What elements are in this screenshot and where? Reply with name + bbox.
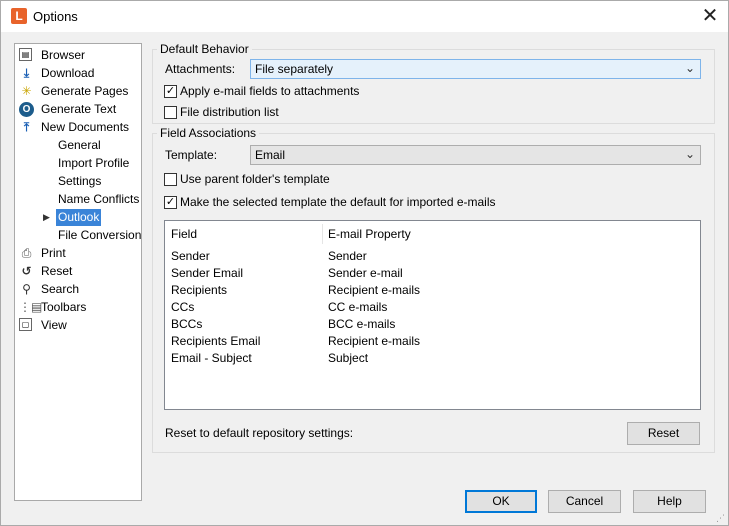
app-logo-icon: L: [11, 8, 27, 24]
reset-label: Reset to default repository settings:: [165, 426, 354, 440]
toolbars-icon: ⋮▤: [19, 300, 43, 314]
table-cell-property[interactable]: Recipient e-mails: [328, 283, 420, 297]
table-cell-field[interactable]: Sender Email: [171, 266, 243, 280]
close-icon: ✕: [701, 5, 719, 27]
use-parent-template-checkbox[interactable]: Use parent folder's template: [164, 172, 344, 188]
reset-button[interactable]: Reset: [627, 422, 700, 445]
table-cell-field[interactable]: Sender: [171, 249, 210, 263]
table-cell-property[interactable]: Recipient e-mails: [328, 334, 420, 348]
window-title: Options: [33, 9, 78, 24]
attachments-select[interactable]: File separately ⌄: [250, 59, 701, 79]
table-cell-property[interactable]: Subject: [328, 351, 368, 365]
cancel-button[interactable]: Cancel: [548, 490, 621, 513]
generate-pages-icon: ✳: [21, 84, 32, 98]
chevron-right-icon[interactable]: ▶: [43, 209, 51, 226]
browser-icon: ▤: [19, 48, 32, 61]
make-default-template-checkbox[interactable]: ✓ Make the selected template the default…: [164, 195, 496, 211]
table-cell-field[interactable]: Recipients Email: [171, 334, 260, 348]
column-header-field[interactable]: Field: [171, 227, 197, 241]
table-cell-field[interactable]: Email - Subject: [171, 351, 252, 365]
close-button[interactable]: ✕: [695, 5, 725, 29]
template-value: Email: [255, 148, 286, 162]
generate-text-icon: O: [19, 102, 34, 117]
attachments-label: Attachments:: [165, 62, 236, 76]
reset-icon: ↺: [21, 264, 32, 278]
template-select[interactable]: Email ⌄: [250, 145, 701, 165]
field-mapping-table[interactable]: Field E-mail Property Sender Sender Send…: [164, 220, 701, 410]
table-cell-field[interactable]: CCs: [171, 300, 194, 314]
field-associations-title: Field Associations: [157, 126, 260, 140]
resize-grip-icon[interactable]: ⋰: [716, 513, 726, 523]
template-label: Template:: [165, 148, 218, 162]
table-cell-property[interactable]: Sender: [328, 249, 367, 263]
check-icon: ✓: [164, 196, 177, 209]
chevron-down-icon: ⌄: [684, 61, 695, 75]
check-icon: ✓: [164, 85, 177, 98]
title-bar: L Options ✕: [1, 1, 728, 32]
search-icon: ⚲: [22, 282, 31, 296]
file-distribution-list-checkbox[interactable]: File distribution list: [164, 105, 284, 121]
table-cell-property[interactable]: Sender e-mail: [328, 266, 403, 280]
new-documents-icon: ⤒: [23, 120, 30, 134]
default-behavior-title: Default Behavior: [157, 42, 252, 56]
table-cell-property[interactable]: BCC e-mails: [328, 317, 395, 331]
table-cell-property[interactable]: CC e-mails: [328, 300, 387, 314]
options-dialog: L Options ✕ ▤ Browser ⤓ Download ✳ Gener…: [0, 0, 729, 526]
column-header-email-property[interactable]: E-mail Property: [328, 227, 411, 241]
view-icon: ▢: [19, 318, 32, 331]
print-icon: ⎙: [21, 246, 32, 260]
attachments-value: File separately: [255, 62, 334, 76]
table-cell-field[interactable]: Recipients: [171, 283, 227, 297]
table-cell-field[interactable]: BCCs: [171, 317, 202, 331]
help-button[interactable]: Help: [633, 490, 706, 513]
download-icon: ⤓: [23, 66, 30, 80]
options-tree[interactable]: ▤ Browser ⤓ Download ✳ Generate Pages O …: [14, 43, 142, 501]
ok-button[interactable]: OK: [465, 490, 537, 513]
apply-email-fields-checkbox[interactable]: ✓ Apply e-mail fields to attachments: [164, 84, 384, 100]
chevron-down-icon: ⌄: [684, 147, 695, 161]
